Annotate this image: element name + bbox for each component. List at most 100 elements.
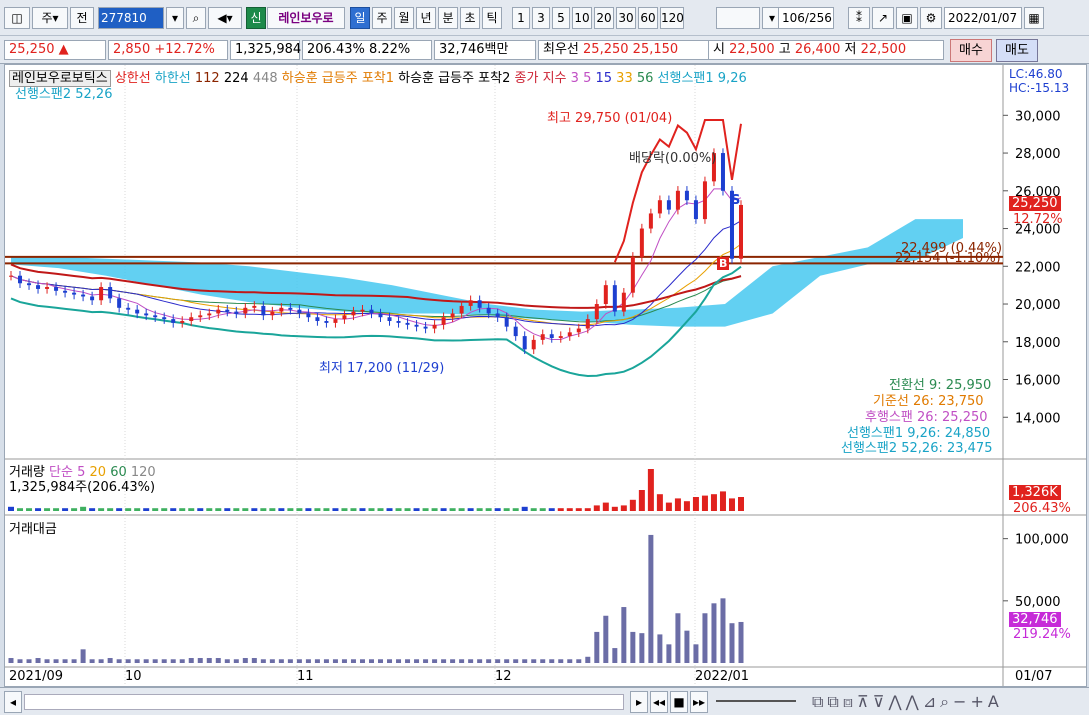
candle-body: [99, 287, 104, 301]
interval-tab-60[interactable]: 60: [638, 7, 658, 29]
rewind-icon[interactable]: ◂◂: [650, 691, 668, 713]
volume-bar: [161, 508, 168, 511]
period-tab-1[interactable]: 주: [372, 7, 392, 29]
amount-bar: [504, 659, 510, 663]
interval-tab-120[interactable]: 120: [660, 7, 684, 29]
candle-body: [576, 328, 581, 333]
period-tab-0[interactable]: 일: [350, 7, 370, 29]
candle-body: [180, 321, 185, 323]
candle-body: [252, 305, 257, 308]
amount-bar: [215, 658, 221, 663]
volume-bar: [296, 508, 303, 511]
interval-tab-10[interactable]: 10: [572, 7, 592, 29]
volume-bar: [35, 508, 42, 511]
volume-bar: [350, 508, 357, 511]
new-badge[interactable]: 신: [246, 7, 266, 29]
layout-icon[interactable]: ◫: [4, 7, 30, 29]
amount-tag-pct: 219.24%: [1013, 627, 1071, 642]
volume-bar: [557, 508, 564, 511]
code-dropdown-icon[interactable]: ▾: [166, 7, 184, 29]
period-tab-3[interactable]: 년: [416, 7, 436, 29]
gear-icon[interactable]: ⚙: [920, 7, 942, 29]
amount-bar: [143, 659, 149, 663]
interval-tab-30[interactable]: 30: [616, 7, 636, 29]
page-count[interactable]: 106/256: [778, 7, 834, 29]
sell-button[interactable]: 매도: [996, 39, 1038, 62]
interval-tab-20[interactable]: 20: [594, 7, 614, 29]
period-tab-5[interactable]: 초: [460, 7, 480, 29]
trend-icon[interactable]: ↗: [872, 7, 894, 29]
amount-bar: [702, 613, 708, 663]
amount-bar: [278, 659, 284, 663]
candle-body: [414, 324, 419, 327]
volume-bar: [206, 508, 213, 511]
period-label[interactable]: 전: [70, 7, 94, 29]
play-icon[interactable]: ▸: [630, 691, 648, 713]
zoom-slider[interactable]: [716, 700, 796, 702]
forward-icon[interactable]: ▸▸: [690, 691, 708, 713]
amount-bar: [720, 598, 726, 663]
date-input[interactable]: 2022/01/07: [944, 7, 1022, 29]
amount-bar: [98, 659, 104, 663]
scrollbar[interactable]: [24, 694, 624, 710]
candle-body: [739, 204, 743, 259]
volume-bar: [98, 508, 105, 511]
interval-tab-5[interactable]: 5: [552, 7, 570, 29]
legend-lower: 하한선: [154, 71, 191, 86]
candle-body: [639, 228, 644, 257]
candle-body: [423, 326, 428, 329]
volume-bar: [188, 508, 195, 511]
amount-bar: [576, 659, 582, 663]
stock-name[interactable]: 레인보우로: [267, 7, 345, 29]
amount-bar: [251, 658, 257, 663]
interval-tab-1[interactable]: 1: [512, 7, 530, 29]
x-tick-label: 12: [495, 669, 512, 684]
low-price: 22,500: [860, 42, 907, 57]
period-tab-4[interactable]: 분: [438, 7, 458, 29]
amount-bar: [314, 659, 320, 663]
save-icon[interactable]: ▣: [896, 7, 918, 29]
drawing-tools-icon[interactable]: ⧉⧉⧈⊼⊽⋀⋀⊿⌕−+A: [812, 692, 1003, 712]
stock-code-input[interactable]: 277810: [98, 7, 164, 29]
period-tab-2[interactable]: 월: [394, 7, 414, 29]
quote-ratio: 206.43% 8.22%: [302, 40, 432, 60]
volume-bar: [404, 508, 411, 511]
type-select[interactable]: 주▾: [32, 7, 68, 29]
volume-bar: [728, 498, 735, 511]
volume-tag: 1,326K: [1009, 485, 1061, 500]
amount-bar: [62, 659, 68, 663]
candle-body: [189, 317, 194, 322]
candle-body: [18, 275, 23, 284]
stop-icon[interactable]: ■: [670, 691, 688, 713]
volume-bar: [314, 508, 321, 511]
hc-value: HC:-15.13: [1009, 81, 1070, 95]
amount-bar: [378, 659, 384, 663]
volume-bar: [738, 497, 744, 511]
candle-body: [171, 319, 176, 323]
y-tick-label: 14,000: [1015, 411, 1061, 426]
candle-body: [468, 300, 473, 306]
volume-bar: [620, 505, 627, 511]
interval-tab-3[interactable]: 3: [532, 7, 550, 29]
scroll-left-icon[interactable]: ◂: [4, 691, 22, 713]
volume-bar: [584, 508, 591, 511]
amount-bar: [332, 659, 338, 663]
search-icon[interactable]: ⌕: [186, 7, 206, 29]
period-tab-6[interactable]: 틱: [482, 7, 502, 29]
volume-bar: [323, 508, 330, 511]
buy-button[interactable]: 매수: [950, 39, 992, 62]
change-pct: +12.72%: [154, 42, 215, 57]
candle-body: [45, 287, 50, 289]
volume-bar: [521, 506, 528, 511]
calendar-icon[interactable]: ▦: [1024, 7, 1044, 29]
amount-bar: [170, 659, 176, 663]
change-value: 2,850: [113, 42, 151, 57]
link-icon[interactable]: ⁑: [848, 7, 870, 29]
speaker-icon[interactable]: ◀▾: [208, 7, 242, 29]
amount-bar: [468, 659, 474, 663]
empty-input[interactable]: [716, 7, 760, 29]
x-tick-label: 10: [125, 669, 142, 684]
candle-body: [495, 313, 500, 318]
volume-bar: [503, 508, 510, 511]
chart-area[interactable]: 30,000 28,000 26,000 24,000 22,000 20,000 18,0…: [4, 64, 1087, 687]
